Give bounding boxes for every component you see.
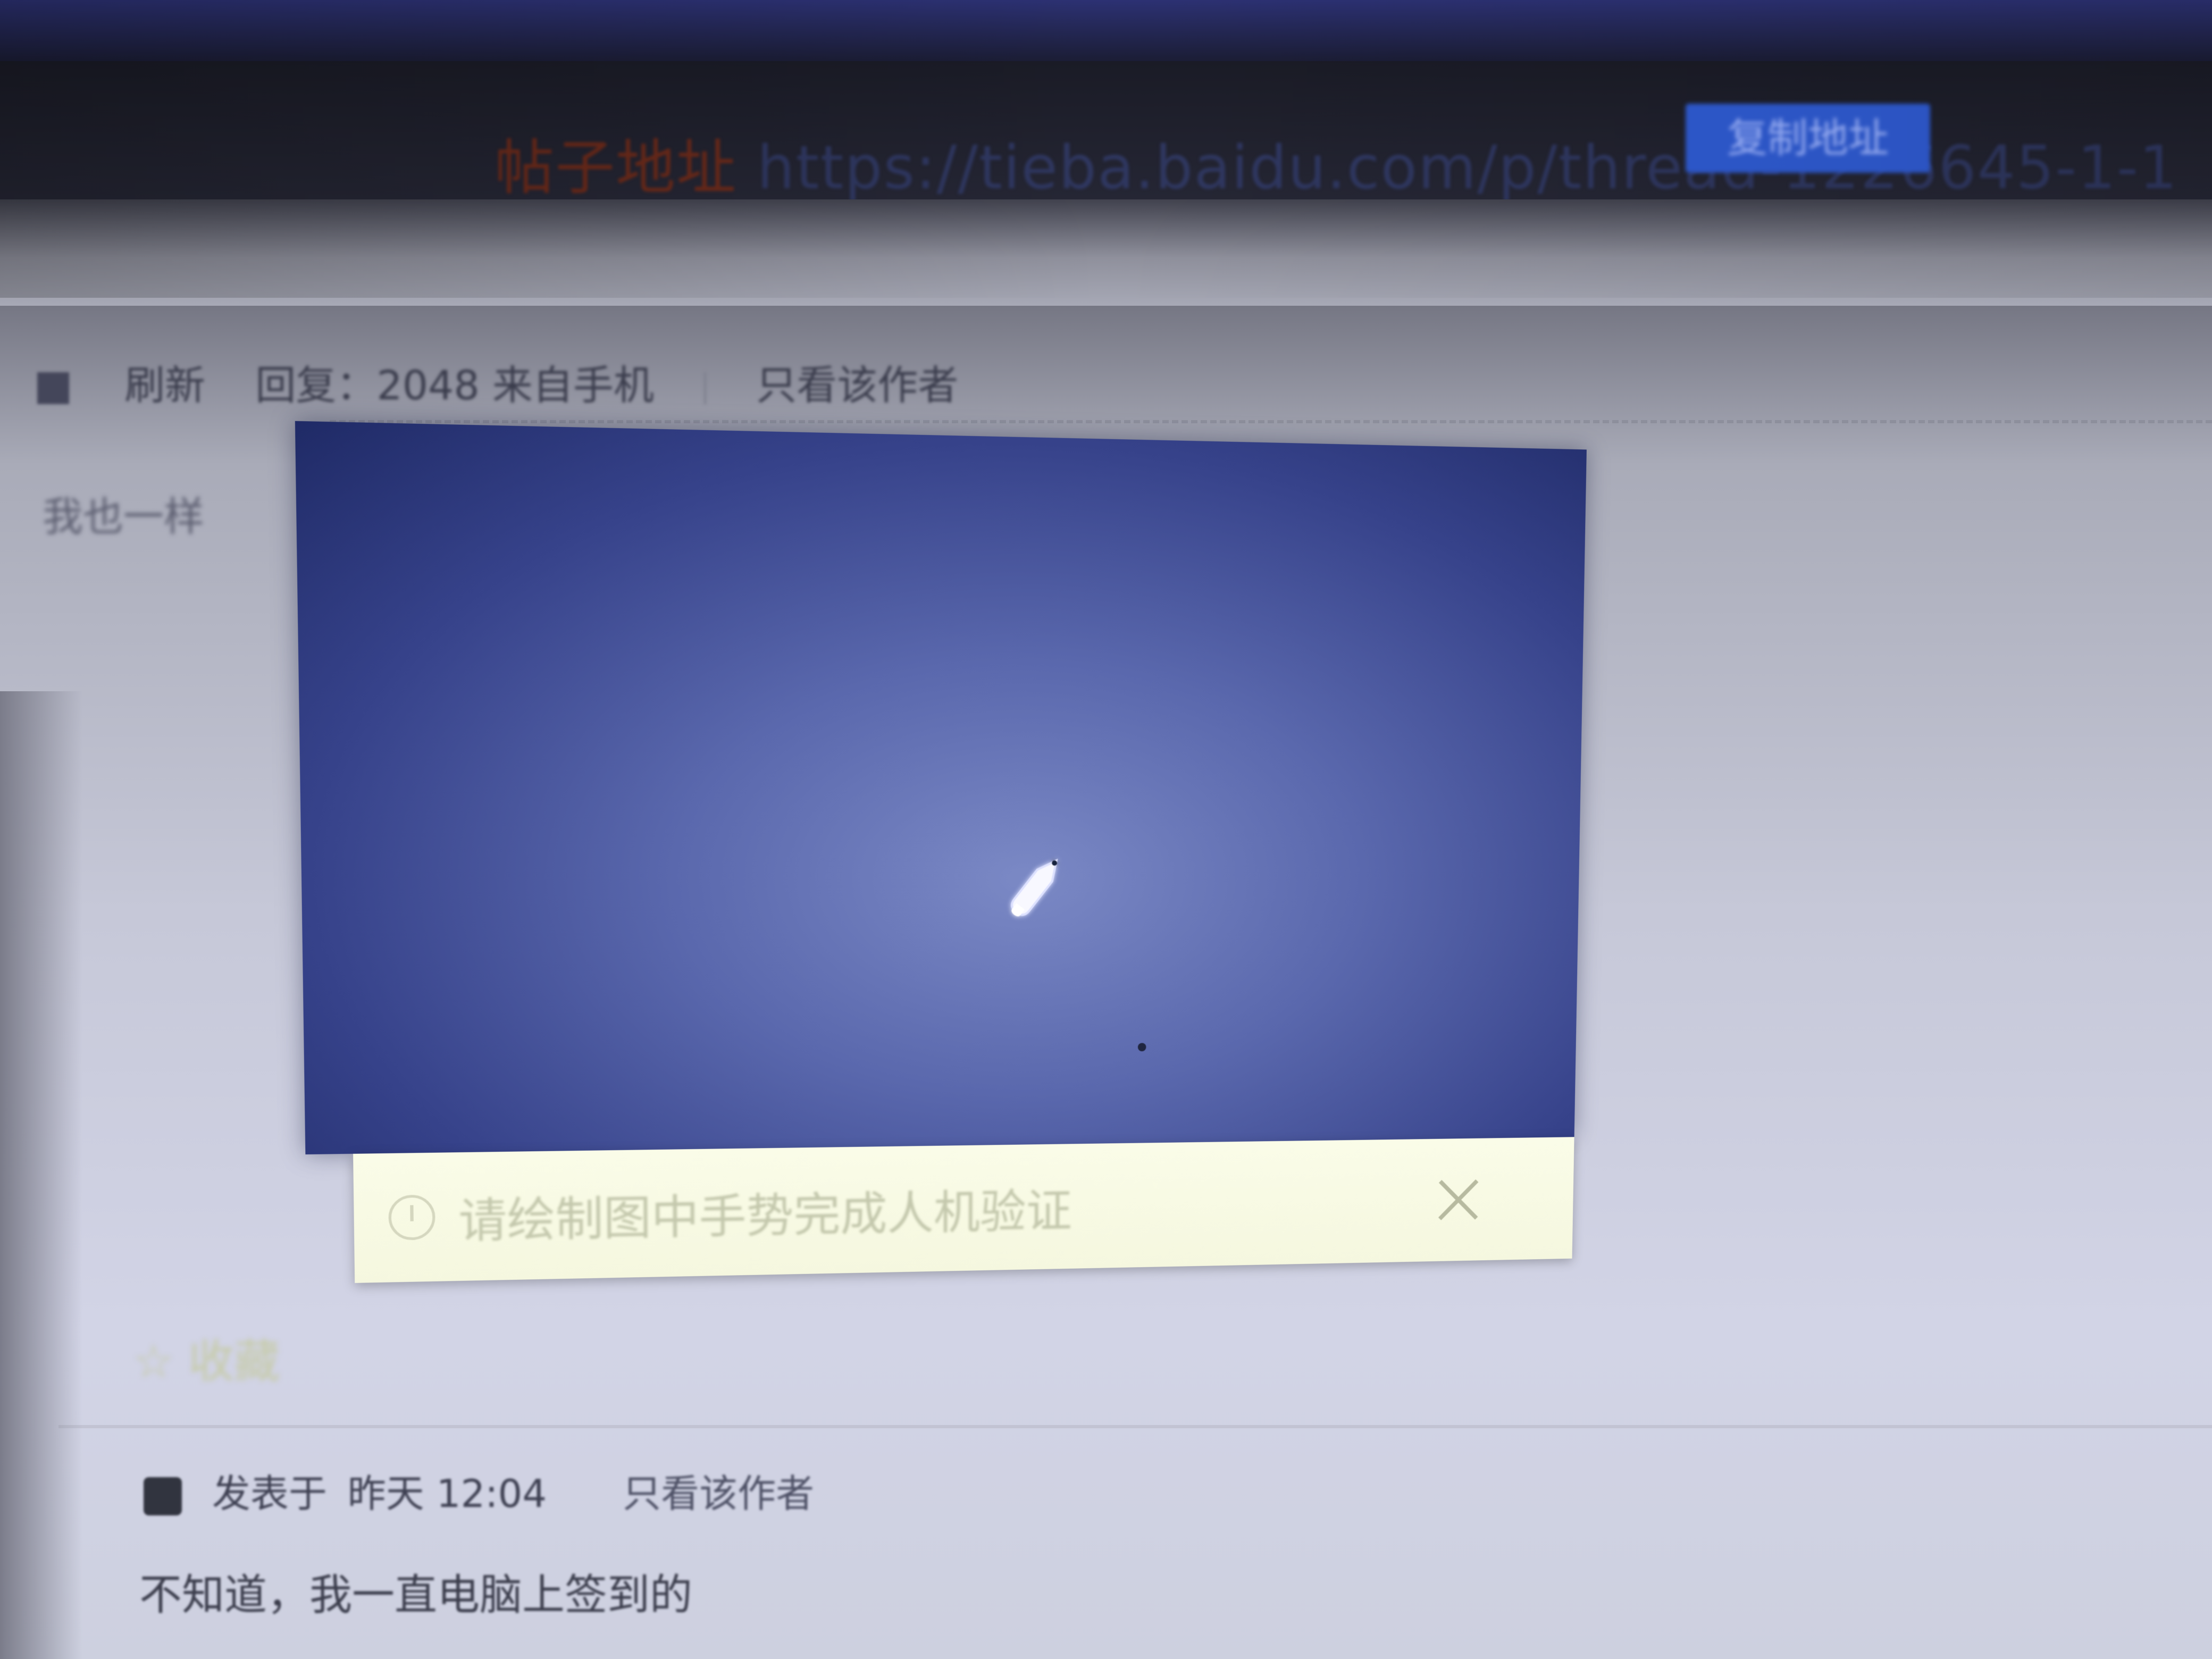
comment-body: 不知道，我一直电脑上签到的 bbox=[139, 1570, 692, 1620]
comment-meta: 发表于 昨天 12:04 只看该作者 bbox=[144, 1462, 814, 1518]
comment-author[interactable]: 发表于 bbox=[212, 1471, 327, 1516]
favorite-icon[interactable]: ☆ 收藏 bbox=[133, 1324, 280, 1390]
post-divider bbox=[330, 420, 2212, 423]
pencil-cursor bbox=[996, 850, 1102, 956]
only-author-link-top[interactable]: 只看该作者 bbox=[756, 362, 958, 409]
address-prefix: 帖子地址 bbox=[495, 133, 737, 203]
captcha-drawing-area[interactable] bbox=[295, 421, 1587, 1155]
comment-avatar[interactable] bbox=[144, 1477, 182, 1516]
info-icon bbox=[388, 1194, 435, 1241]
close-icon[interactable] bbox=[1435, 1176, 1482, 1224]
left-edge-shadow bbox=[0, 691, 82, 1659]
header-separator bbox=[704, 372, 707, 404]
address-bar[interactable]: 帖子地址 https://tieba.baidu.com/p/thread-12… bbox=[0, 61, 2212, 203]
captcha-instruction-bar: 请绘制图中手势完成人机验证 bbox=[353, 1137, 1574, 1283]
only-author-link[interactable]: 只看该作者 bbox=[623, 1471, 814, 1516]
photographed-screen: 帖子地址 https://tieba.baidu.com/p/thread-12… bbox=[0, 0, 2212, 1659]
header-avatar[interactable] bbox=[37, 372, 69, 404]
address-url[interactable]: https://tieba.baidu.com/p/thread-1226645… bbox=[757, 133, 2179, 203]
post-header: 刷新 回复：2048 来自手机 只看该作者 bbox=[37, 348, 2111, 423]
captcha-instruction-text: 请绘制图中手势完成人机验证 bbox=[458, 1183, 1073, 1249]
comment-divider bbox=[58, 1425, 2212, 1428]
header-username[interactable]: 刷新 bbox=[124, 362, 205, 409]
copy-address-button[interactable]: 复制地址 bbox=[1686, 104, 1930, 173]
post-title: 回复：2048 来自手机 bbox=[255, 362, 654, 409]
browser-chrome-top bbox=[0, 0, 2212, 61]
post-first-line: 我也一样 bbox=[43, 493, 204, 540]
page-top-shadow bbox=[0, 199, 2212, 306]
captcha-modal[interactable]: 请绘制图中手势完成人机验证 bbox=[295, 421, 1587, 1317]
captcha-marker-dot bbox=[1137, 1043, 1146, 1052]
comment-date: 昨天 12:04 bbox=[347, 1471, 547, 1516]
